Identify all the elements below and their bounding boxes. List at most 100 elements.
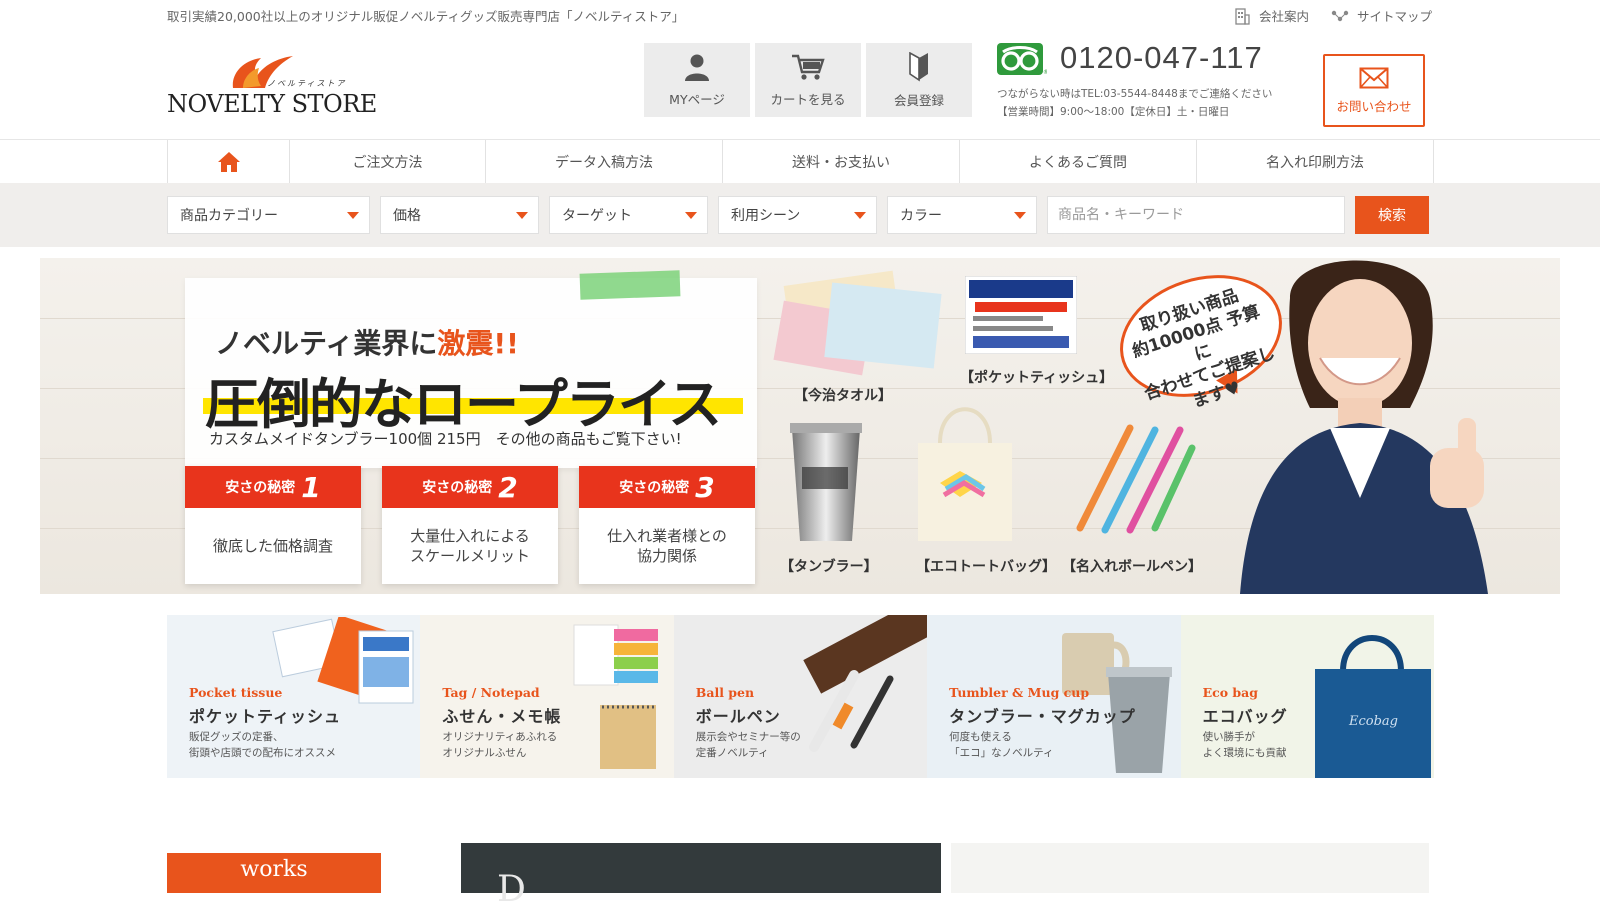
category-jp: ボールペン	[695, 707, 781, 726]
works-label: works	[240, 857, 308, 882]
nav-faq[interactable]: よくあるご質問	[959, 140, 1196, 184]
eco-tote-image	[918, 407, 1012, 541]
site-logo[interactable]: ノベルティストア NOVELTY STORE	[167, 48, 377, 120]
works-banner[interactable]: works	[167, 853, 381, 893]
price-select-value: 価格	[393, 208, 421, 224]
category-jp: タンブラー・マグカップ	[949, 707, 1136, 726]
color-select[interactable]: カラー	[887, 196, 1037, 234]
secret-title: 安さの秘密 2	[382, 466, 558, 508]
hero-headline-pre: ノベルティ業界に	[215, 327, 438, 360]
svg-text:®: ®	[1043, 69, 1047, 75]
secret-card-1: 安さの秘密 1 徹底した価格調査	[185, 466, 361, 584]
category-jp: エコバッグ	[1202, 707, 1288, 726]
logo-text: NOVELTY STORE	[167, 90, 377, 118]
category-tag-notepad[interactable]: Tag / Notepad ふせん・メモ帳 オリジナリティあふれる オリジナルふ…	[420, 615, 674, 778]
chevron-down-icon	[516, 212, 528, 219]
color-select-value: カラー	[900, 208, 942, 224]
cart-icon	[792, 54, 825, 80]
category-desc: オリジナリティあふれる オリジナルふせん	[442, 731, 558, 759]
mypage-button[interactable]: MYページ	[644, 43, 750, 117]
mypage-label: MYページ	[669, 91, 725, 107]
cart-button[interactable]: カートを見る	[755, 43, 861, 117]
secret-number: 3	[695, 470, 715, 504]
category-ballpen[interactable]: Ball pen ボールペン 展示会やセミナー等の 定番ノベルティ	[673, 615, 928, 778]
feature-banner-text: D	[497, 869, 526, 910]
notepad-thumb	[573, 624, 659, 769]
nav-shipping-payment[interactable]: 送料・お支払い	[722, 140, 959, 184]
tumbler-image	[790, 423, 862, 541]
target-select[interactable]: ターゲット	[549, 196, 708, 234]
secret-title: 安さの秘密 1	[185, 466, 361, 508]
model-woman-image	[1240, 260, 1488, 594]
phone-number[interactable]: 0120-047-117	[1060, 40, 1263, 76]
phone-alt-note: つながらない時はTEL:03-5544-8448までご連絡ください	[997, 88, 1273, 100]
product-label-tumbler: 【タンブラー】	[780, 559, 878, 575]
secret-title-text: 安さの秘密	[422, 480, 493, 496]
scene-select[interactable]: 利用シーン	[718, 196, 877, 234]
tumbler-mug-thumb	[1062, 633, 1173, 773]
price-select[interactable]: 価格	[380, 196, 539, 234]
feature-banner-dark[interactable]: D	[461, 843, 941, 910]
top-links: 会社案内 サイトマップ	[1233, 6, 1432, 25]
chevron-down-icon	[854, 212, 866, 219]
product-label-towel: 【今治タオル】	[794, 388, 892, 404]
category-select[interactable]: 商品カテゴリー	[167, 196, 370, 234]
register-button[interactable]: 会員登録	[866, 43, 972, 117]
category-tumbler-mug[interactable]: Tumbler & Mug cup タンブラー・マグカップ 何度も使える 「エコ…	[927, 615, 1181, 778]
hero-subcopy: カスタムメイドタンブラー100個 215円 その他の商品もご覧下さい!	[209, 430, 682, 448]
feature-banner-light[interactable]	[951, 843, 1429, 893]
category-desc: 展示会やセミナー等の 定番ノベルティ	[695, 731, 801, 759]
hero-headline-panel: ノベルティ業界に激震!! 圧倒的なロープライス カスタムメイドタンブラー100個…	[185, 270, 757, 468]
category-desc: 使い勝手が よく環境にも貢献	[1202, 731, 1287, 759]
category-tiles: Pocket tissue ポケットティッシュ 販促グッズの定番、 街頭や店頭で…	[167, 615, 1434, 778]
category-en: Tumbler & Mug cup	[949, 685, 1090, 700]
secret-title: 安さの秘密 3	[579, 466, 755, 508]
contact-button[interactable]: お問い合わせ	[1323, 54, 1425, 127]
category-desc: 何度も使える 「エコ」なノベルティ	[949, 731, 1054, 759]
category-en: Eco bag	[1202, 685, 1258, 700]
phone-subtext: つながらない時はTEL:03-5544-8448までご連絡ください 【営業時間】…	[997, 85, 1272, 121]
sitemap-link[interactable]: サイトマップ	[1331, 6, 1432, 25]
beginner-mark-icon	[909, 51, 928, 81]
cart-label: カートを見る	[770, 91, 846, 107]
search-bar: 商品カテゴリー 価格 ターゲット 利用シーン カラー 検索	[0, 183, 1600, 247]
chevron-down-icon	[347, 212, 359, 219]
category-en: Ball pen	[695, 685, 755, 700]
category-desc: 販促グッズの定番、 街頭や店頭での配布にオススメ	[189, 731, 336, 759]
category-jp: ポケットティッシュ	[189, 707, 342, 726]
category-eco-bag[interactable]: Ecobag Eco bag エコバッグ 使い勝手が よく環境にも貢献	[1180, 615, 1434, 778]
hero-banner[interactable]: ノベルティ業界に激震!! 圧倒的なロープライス カスタムメイドタンブラー100個…	[40, 258, 1560, 594]
secret-title-text: 安さの秘密	[225, 480, 296, 496]
sitemap-icon	[1331, 10, 1349, 21]
nav-home[interactable]	[167, 140, 289, 184]
secret-number: 2	[498, 470, 518, 504]
category-pocket-tissue[interactable]: Pocket tissue ポケットティッシュ 販促グッズの定番、 街頭や店頭で…	[167, 615, 421, 778]
nav-order[interactable]: ご注文方法	[289, 140, 485, 184]
register-label: 会員登録	[893, 92, 944, 108]
category-select-value: 商品カテゴリー	[180, 208, 278, 224]
nav-printing[interactable]: 名入れ印刷方法	[1196, 140, 1434, 184]
product-label-tote: 【エコトートバッグ】	[916, 559, 1056, 575]
business-hours: 【営業時間】9:00～18:00【定休日】土・日曜日	[997, 106, 1230, 118]
scene-select-value: 利用シーン	[731, 208, 801, 224]
secret-card-2: 安さの秘密 2 大量仕入れによる スケールメリット	[382, 466, 558, 584]
secret-body: 仕入れ業者様との 協力関係	[607, 527, 727, 565]
company-link[interactable]: 会社案内	[1233, 6, 1309, 25]
hero-headline: ノベルティ業界に激震!!	[215, 322, 519, 362]
pocket-tissue-image	[965, 276, 1077, 354]
keyword-input[interactable]	[1047, 196, 1345, 234]
secret-card-3: 安さの秘密 3 仕入れ業者様との 協力関係	[579, 466, 755, 584]
company-link-label: 会社案内	[1258, 9, 1309, 24]
secret-body: 徹底した価格調査	[212, 537, 333, 555]
eco-bag-thumb: Ecobag	[1314, 635, 1431, 778]
freedial-icon: ®	[997, 43, 1047, 75]
global-nav: ご注文方法 データ入稿方法 送料・お支払い よくあるご質問 名入れ印刷方法	[0, 139, 1600, 184]
category-en: Pocket tissue	[189, 685, 283, 700]
search-button[interactable]: 検索	[1355, 196, 1429, 234]
chevron-down-icon	[685, 212, 697, 219]
towel-image	[773, 270, 942, 376]
category-en: Tag / Notepad	[442, 685, 540, 700]
target-select-value: ターゲット	[562, 208, 632, 224]
nav-data-upload[interactable]: データ入稿方法	[485, 140, 722, 184]
hero-headline-em: 激震!!	[437, 327, 519, 360]
